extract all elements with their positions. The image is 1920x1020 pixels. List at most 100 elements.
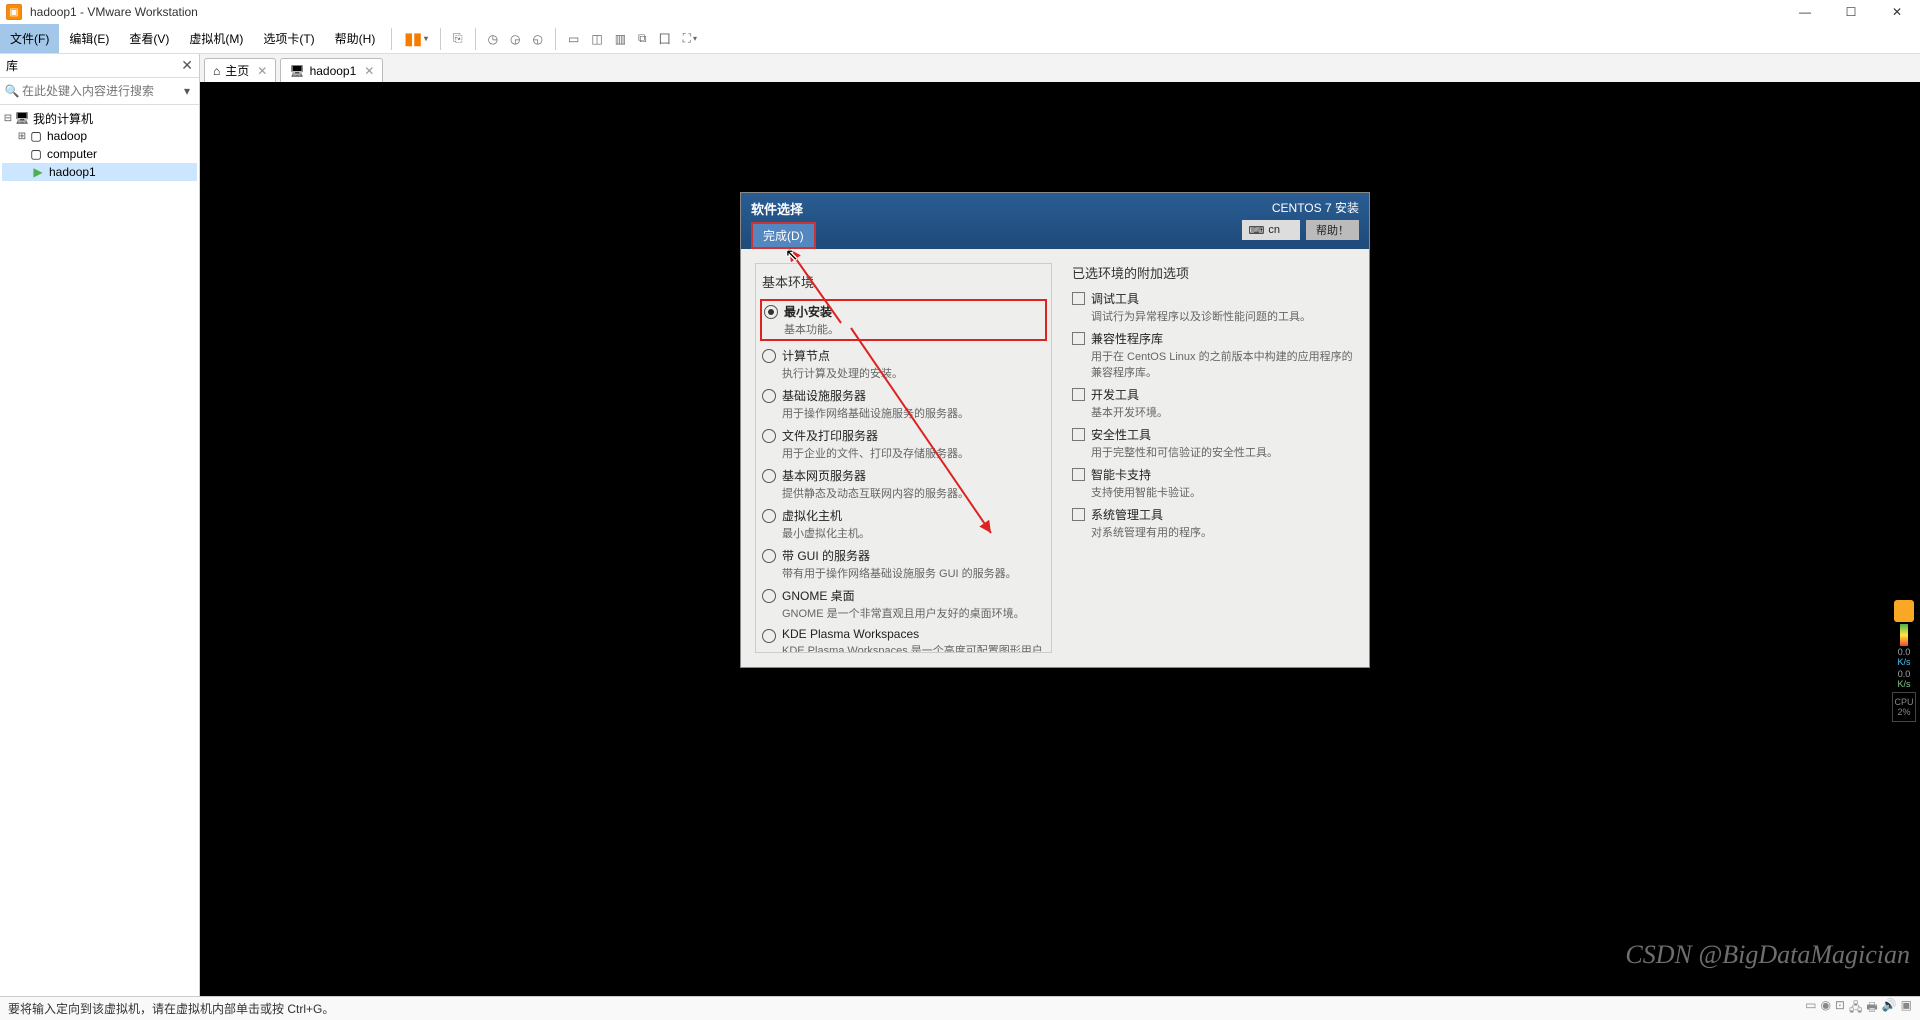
computer-icon: 🖥 [14,111,30,125]
installer-product: CENTOS 7 安装 [1242,199,1359,216]
sidebar-close-button[interactable]: ✕ [181,57,193,74]
device-icon[interactable]: ▭ [1805,998,1816,1019]
vm-icon: ▢ [28,129,44,143]
addon-option[interactable]: 开发工具基本开发环境。 [1072,386,1355,420]
base-env-title: 基本环境 [762,272,1045,291]
addon-title: 智能卡支持 [1091,466,1355,483]
device-icon[interactable]: 🖧 [1849,998,1862,1019]
env-option[interactable]: 虚拟化主机最小虚拟化主机。 [762,507,1045,541]
menu-tabs[interactable]: 选项卡(T) [253,24,324,53]
vm-display[interactable]: 软件选择 完成(D) CENTOS 7 安装 ⌨ cn 帮助！ [200,82,1920,996]
send-ctrl-alt-del-button[interactable]: ⎘ [447,27,469,50]
view-thumbnail-button[interactable]: ▥ [609,28,632,50]
device-icon[interactable]: ▣ [1901,998,1912,1019]
help-button[interactable]: 帮助！ [1306,220,1359,240]
addon-option[interactable]: 系统管理工具对系统管理有用的程序。 [1072,506,1355,540]
menubar: 文件(F) 编辑(E) 查看(V) 虚拟机(M) 选项卡(T) 帮助(H) ▮▮… [0,24,1920,54]
env-option[interactable]: KDE Plasma WorkspacesKDE Plasma Workspac… [762,627,1045,653]
view-split-button[interactable]: ◫ [585,28,608,50]
snapshot-revert-button[interactable]: ◶ [504,28,526,50]
menu-vm[interactable]: 虚拟机(M) [179,24,253,53]
addon-desc: 用于在 CentOS Linux 的之前版本中构建的应用程序的兼容程序库。 [1091,348,1355,380]
addon-desc: 对系统管理有用的程序。 [1091,524,1355,540]
menu-edit[interactable]: 编辑(E) [59,24,119,53]
addon-option[interactable]: 调试工具调试行为异常程序以及诊断性能问题的工具。 [1072,290,1355,324]
snapshot-take-button[interactable]: ◷ [482,28,504,50]
addon-option[interactable]: 智能卡支持支持使用智能卡验证。 [1072,466,1355,500]
env-title: 虚拟化主机 [782,507,1045,524]
search-dropdown[interactable]: ▾ [179,84,195,98]
radio-icon [762,629,776,643]
installer-title: 软件选择 [751,199,1242,218]
device-icon[interactable]: ⊡ [1835,998,1845,1019]
window-titlebar: ▣ hadoop1 - VMware Workstation — ☐ ✕ [0,0,1920,24]
temperature-bar[interactable] [1900,624,1908,646]
radio-icon [762,389,776,403]
fullscreen-button[interactable]: ⛶▾ [677,27,703,50]
view-single-button[interactable]: ▭ [562,28,585,50]
close-button[interactable]: ✕ [1874,0,1920,24]
addons-title: 已选环境的附加选项 [1072,263,1355,282]
minimize-button[interactable]: — [1782,0,1828,24]
done-button[interactable]: 完成(D) [751,222,816,249]
library-sidebar: 库 ✕ 🔍 ▾ ⊟🖥 我的计算机 ⊞▢ hadoop ▢ computer ▶ [0,54,200,996]
env-desc: GNOME 是一个非常直观且用户友好的桌面环境。 [782,605,1045,621]
tree-item-computer[interactable]: ▢ computer [2,145,197,163]
menu-view[interactable]: 查看(V) [119,24,179,53]
app-icon: ▣ [6,4,22,20]
net-down-indicator: 0.0K/s [1897,648,1910,668]
radio-icon [764,305,778,319]
env-title: 最小安装 [784,303,1043,320]
tree-item-hadoop[interactable]: ⊞▢ hadoop [2,127,197,145]
radio-icon [762,469,776,483]
menu-help[interactable]: 帮助(H) [325,24,386,53]
env-option[interactable]: 文件及打印服务器用于企业的文件、打印及存储服务器。 [762,427,1045,461]
view-unity-button[interactable]: ⧉ [632,27,653,50]
security-shield-icon[interactable] [1894,600,1914,622]
keyboard-indicator[interactable]: ⌨ cn [1242,220,1300,240]
env-option[interactable]: GNOME 桌面GNOME 是一个非常直观且用户友好的桌面环境。 [762,587,1045,621]
checkbox-icon [1072,332,1085,345]
addon-option[interactable]: 兼容性程序库用于在 CentOS Linux 的之前版本中构建的应用程序的兼容程… [1072,330,1355,380]
env-option[interactable]: 基本网页服务器提供静态及动态互联网内容的服务器。 [762,467,1045,501]
env-option[interactable]: 带 GUI 的服务器带有用于操作网络基础设施服务 GUI 的服务器。 [762,547,1045,581]
snapshot-manager-button[interactable]: ◵ [527,28,549,50]
tree-item-hadoop1[interactable]: ▶ hadoop1 [2,163,197,181]
tab-close-button[interactable]: ✕ [364,64,374,78]
search-input[interactable] [20,80,179,102]
env-desc: 用于企业的文件、打印及存储服务器。 [782,445,1045,461]
status-text: 要将输入定向到该虚拟机，请在虚拟机内部单击或按 Ctrl+G。 [8,1000,334,1017]
tab-close-button[interactable]: ✕ [257,64,267,78]
env-title: GNOME 桌面 [782,587,1045,604]
env-option[interactable]: 计算节点执行计算及处理的安装。 [762,347,1045,381]
tree-root[interactable]: ⊟🖥 我的计算机 [2,109,197,127]
env-option[interactable]: 最小安装基本功能。 [760,299,1047,341]
env-option[interactable]: 基础设施服务器用于操作网络基础设施服务的服务器。 [762,387,1045,421]
net-up-indicator: 0.0K/s [1897,670,1910,690]
env-title: 基础设施服务器 [782,387,1045,404]
addon-option[interactable]: 安全性工具用于完整性和可信验证的安全性工具。 [1072,426,1355,460]
tab-home[interactable]: ⌂ 主页 ✕ [204,58,276,82]
maximize-button[interactable]: ☐ [1828,0,1874,24]
checkbox-icon [1072,508,1085,521]
tab-hadoop1[interactable]: 🖥 hadoop1 ✕ [280,58,383,82]
env-desc: 执行计算及处理的安装。 [782,365,1045,381]
addon-title: 系统管理工具 [1091,506,1355,523]
tree-item-label: hadoop [47,129,87,143]
menu-file[interactable]: 文件(F) [0,24,59,53]
checkbox-icon [1072,292,1085,305]
console-button[interactable]: 囗 [653,26,677,51]
keyboard-icon: ⌨ [1248,224,1264,237]
pause-button[interactable]: ▮▮▾ [398,25,434,53]
checkbox-icon [1072,468,1085,481]
env-desc: 用于操作网络基础设施服务的服务器。 [782,405,1045,421]
device-icon[interactable]: 🔊 [1882,998,1897,1019]
addon-title: 兼容性程序库 [1091,330,1355,347]
tree-root-label: 我的计算机 [33,110,93,127]
addon-title: 安全性工具 [1091,426,1355,443]
checkbox-icon [1072,428,1085,441]
device-icon[interactable]: ◉ [1820,998,1830,1019]
device-icon[interactable]: 🖶 [1866,998,1877,1019]
radio-icon [762,549,776,563]
addon-title: 调试工具 [1091,290,1355,307]
